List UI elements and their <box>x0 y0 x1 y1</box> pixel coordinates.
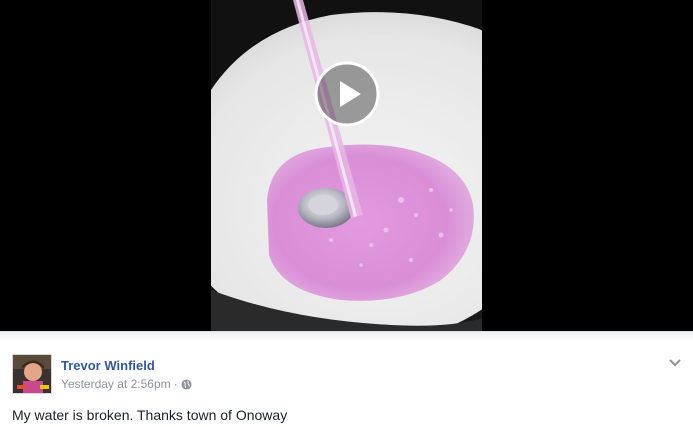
chevron-down-icon[interactable] <box>667 356 683 370</box>
card-divider <box>0 332 693 342</box>
video-thumbnail <box>211 0 482 331</box>
video-frame[interactable] <box>211 0 482 331</box>
timestamp-link[interactable]: Yesterday at 2:56pm <box>61 377 171 391</box>
video-player[interactable] <box>0 0 693 331</box>
play-icon[interactable] <box>314 61 380 127</box>
globe-icon[interactable] <box>181 378 192 390</box>
post-meta: Yesterday at 2:56pm · <box>61 377 192 391</box>
meta-separator: · <box>173 377 178 391</box>
avatar[interactable] <box>12 354 52 394</box>
post-card: Trevor Winfield Yesterday at 2:56pm · My… <box>0 331 693 427</box>
post-text: My water is broken. Thanks town of Onowa… <box>12 407 288 423</box>
author-name-link[interactable]: Trevor Winfield <box>61 358 155 373</box>
